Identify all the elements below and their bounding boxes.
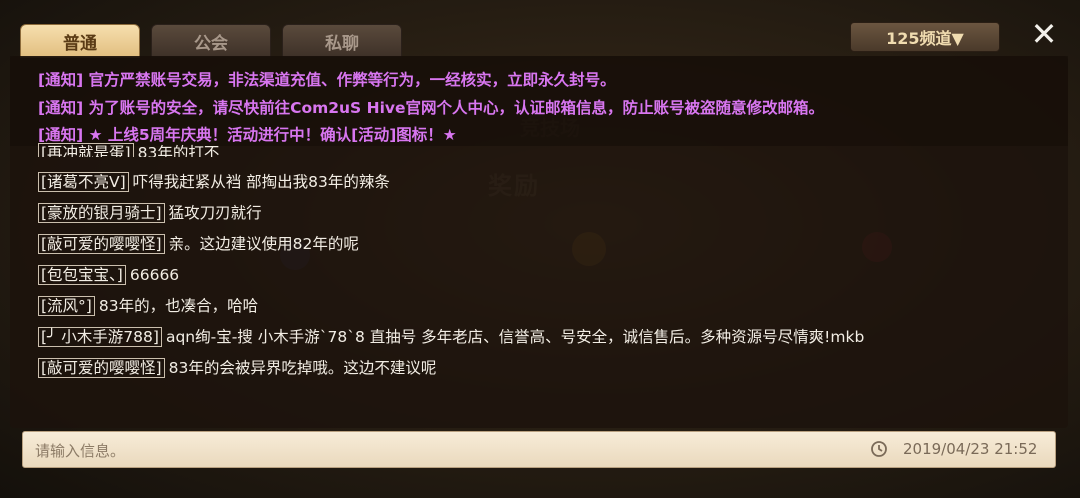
notice-line: [通知] 为了账号的安全，请尽快前往Com2uS Hive官网个人中心，认证邮箱… bbox=[38, 99, 825, 117]
chat-username[interactable]: [豪放的银月骑士] bbox=[38, 203, 165, 223]
chat-message: [敲可爱的嘤嘤怪] 亲。这边建议使用82年的呢 bbox=[38, 232, 359, 254]
chat-message: [包包宝宝、] 66666 bbox=[38, 263, 179, 285]
chat-username[interactable]: [敲可爱的嘤嘤怪] bbox=[38, 234, 165, 254]
chat-message: [╯ 小木手游788] aqn绚-宝-搜 小木手游`78`8 直抽号 多年老店、信… bbox=[38, 325, 864, 347]
clock-icon bbox=[871, 441, 887, 457]
close-icon[interactable]: ✕ bbox=[1026, 16, 1062, 52]
chat-username[interactable]: [诸葛不亮V] bbox=[38, 172, 129, 192]
chat-input-bar: 2019/04/23 21:52 bbox=[22, 431, 1056, 469]
channel-select-button[interactable]: 125频道▼ bbox=[850, 22, 1000, 52]
chat-message: [流风°] 83年的，也凑合，哈哈 bbox=[38, 294, 258, 316]
chat-text: aqn绚-宝-搜 小木手游`78`8 直抽号 多年老店、信誉高、号安全，诚信售后… bbox=[165, 328, 865, 346]
chat-username[interactable]: [敲可爱的嘤嘤怪] bbox=[38, 358, 165, 378]
chat-message: [敲可爱的嘤嘤怪] 83年的会被异界吃掉哦。这边不建议呢 bbox=[38, 356, 436, 378]
notice-line: [通知] 官方严禁账号交易，非法渠道充值、作弊等行为，一经核实，立即永久封号。 bbox=[38, 71, 616, 89]
tab-general[interactable]: 普通 bbox=[20, 24, 140, 58]
chat-username[interactable]: [包包宝宝、] bbox=[38, 265, 126, 285]
tab-guild[interactable]: 公会 bbox=[151, 24, 271, 58]
chat-message: [豪放的银月骑士] 猛攻刀刃就行 bbox=[38, 201, 262, 223]
chat-username[interactable]: [再冲就是蛋] bbox=[38, 143, 134, 157]
chat-text: 猛攻刀刃就行 bbox=[168, 204, 262, 222]
chat-text: 83年的会被异界吃掉哦。这边不建议呢 bbox=[168, 359, 437, 377]
chat-text: 亲。这边建议使用82年的呢 bbox=[168, 235, 359, 253]
chat-username[interactable]: [流风°] bbox=[38, 296, 95, 316]
chat-message: [诸葛不亮V] 吓得我赶紧从裆 部掏出我83年的辣条 bbox=[38, 170, 390, 192]
chat-text: 66666 bbox=[129, 266, 180, 284]
timestamp: 2019/04/23 21:52 bbox=[903, 440, 1038, 458]
chat-input[interactable] bbox=[33, 432, 837, 469]
tab-private[interactable]: 私聊 bbox=[282, 24, 402, 58]
chat-message: [再冲就是蛋] 83年的打不 bbox=[38, 141, 219, 157]
chat-text: 吓得我赶紧从裆 部掏出我83年的辣条 bbox=[132, 173, 390, 191]
chat-username[interactable]: [╯ 小木手游788] bbox=[38, 327, 162, 347]
chat-text: 83年的打不 bbox=[137, 144, 220, 157]
chat-text: 83年的，也凑合，哈哈 bbox=[98, 297, 259, 315]
